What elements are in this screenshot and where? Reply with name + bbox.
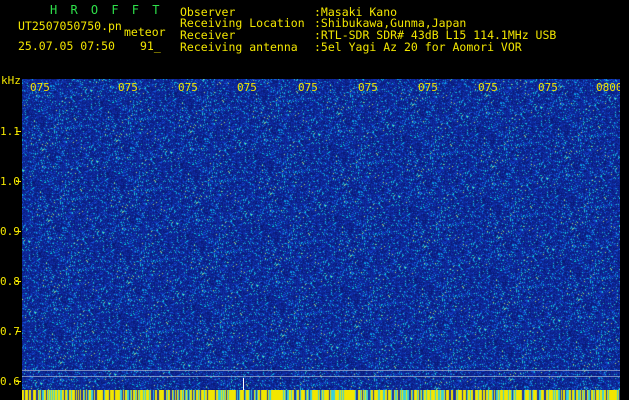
datetime: 25.07.05 07:50 xyxy=(18,39,115,53)
x-tick-label: 075 xyxy=(237,81,257,94)
y-tick-mark xyxy=(16,331,21,332)
y-unit-label: kHz xyxy=(1,74,21,87)
header: H R O F F T UT2507050750.pn meteor 25.07… xyxy=(0,0,629,78)
brand-title: H R O F F T xyxy=(50,3,163,17)
x-tick-label: 075 xyxy=(418,81,438,94)
reference-line xyxy=(22,376,620,377)
y-tick-mark xyxy=(16,181,21,182)
antenna-value: :5el Yagi Az 20 for Aomori VOR xyxy=(314,40,522,54)
right-border xyxy=(620,79,629,400)
meteor-echo-mark xyxy=(243,378,244,390)
spectrogram xyxy=(22,79,620,390)
x-tick-label: 075 xyxy=(298,81,318,94)
filename: UT2507050750.pn xyxy=(18,19,122,33)
signal-baseline xyxy=(22,390,620,400)
y-tick-mark xyxy=(16,131,21,132)
antenna-label: Receiving antenna xyxy=(180,40,298,54)
reference-line xyxy=(22,370,620,371)
x-tick-label: 075 xyxy=(358,81,378,94)
x-tick-label: 075 xyxy=(30,81,50,94)
x-tick-label: 075 xyxy=(478,81,498,94)
x-tick-label: 075 xyxy=(118,81,138,94)
x-tick-label: 075 xyxy=(538,81,558,94)
type-label: meteor xyxy=(124,25,166,39)
count: 91_ xyxy=(140,39,161,53)
x-tick-label: 0800 xyxy=(596,81,623,94)
y-tick-mark xyxy=(16,281,21,282)
x-tick-label: 075 xyxy=(178,81,198,94)
y-tick-mark xyxy=(16,231,21,232)
y-tick-mark xyxy=(16,381,21,382)
